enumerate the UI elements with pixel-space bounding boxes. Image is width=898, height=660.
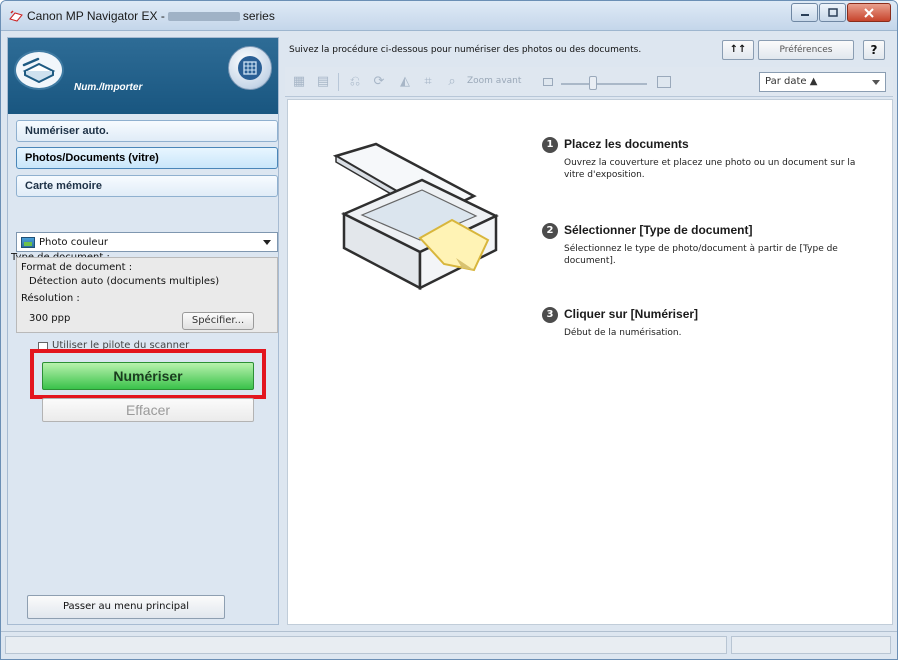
step-description: Sélectionnez le type de photo/document à…: [564, 244, 838, 266]
close-button[interactable]: [847, 3, 891, 22]
thumbnail-large-icon[interactable]: [657, 76, 671, 88]
chevron-down-icon: [872, 80, 880, 85]
instructions-text: Suivez la procédure ci-dessous pour numé…: [289, 45, 642, 55]
document-settings-box: Format de document : Détection auto (doc…: [16, 257, 278, 333]
mode-title: Num./Importer: [74, 82, 143, 93]
toolbar: ▦ ▤ ⎌ ⟳ ◭ ⌗ ⌕ Zoom avant Par date ▲: [285, 67, 893, 97]
step-title: Sélectionner [Type de document]: [564, 223, 753, 237]
resolution-value: 300 ppp: [29, 313, 71, 324]
minimize-icon: [800, 13, 809, 16]
help-button[interactable]: ?: [863, 40, 885, 60]
window-controls: [791, 3, 891, 22]
title-bar[interactable]: Canon MP Navigator EX - series: [1, 1, 897, 31]
rotate-right-icon[interactable]: ⟳: [371, 74, 387, 90]
nav-auto-scan[interactable]: Numériser auto.: [16, 120, 278, 142]
left-pane: Num./Importer Numériser auto. Photos/Doc…: [7, 37, 279, 625]
zoom-in-label: Zoom avant: [467, 76, 522, 86]
close-icon: [864, 7, 874, 18]
step-title: Placez les documents: [564, 137, 689, 151]
deselect-icon[interactable]: ▤: [315, 74, 331, 90]
redacted-model: [167, 12, 240, 22]
step-description: Ouvrez la couverture et placez une photo…: [564, 158, 856, 180]
window-title-suffix: series: [242, 9, 275, 23]
sort-order-button[interactable]: ↑↑: [722, 40, 754, 60]
chevron-down-icon: [263, 240, 271, 245]
thumbnail-small-icon[interactable]: [543, 78, 553, 86]
grid-menu-icon: [238, 56, 262, 80]
status-cell-secondary: [731, 636, 891, 654]
sort-value: Par date ▲: [765, 76, 818, 87]
thumbnail-size-slider[interactable]: [561, 83, 647, 85]
content-pane: 1 Placez les documents Ouvrez la couvert…: [287, 99, 893, 625]
step-number: 2: [542, 223, 558, 239]
minimize-button[interactable]: [791, 3, 818, 22]
doc-type-value: Photo couleur: [39, 237, 109, 248]
maximize-button[interactable]: [819, 3, 846, 22]
nav-memory-card[interactable]: Carte mémoire: [16, 175, 278, 197]
photo-icon: [21, 237, 35, 248]
status-bar: [1, 631, 897, 659]
nav-photos-documents[interactable]: Photos/Documents (vitre): [16, 147, 278, 169]
crop-icon[interactable]: ⌗: [420, 74, 436, 90]
specify-button[interactable]: Spécifier...: [182, 312, 254, 330]
resolution-label: Résolution :: [21, 293, 80, 304]
step-number: 3: [542, 307, 558, 323]
step-description: Début de la numérisation.: [564, 328, 682, 338]
main-menu-button[interactable]: Passer au menu principal: [27, 595, 225, 619]
maximize-icon: [827, 8, 838, 17]
window-title: Canon MP Navigator EX - series: [27, 9, 275, 23]
step-title: Cliquer sur [Numériser]: [564, 307, 699, 321]
preferences-button[interactable]: Préférences: [758, 40, 854, 60]
clear-button[interactable]: Effacer: [42, 398, 254, 422]
rotate-left-icon[interactable]: ⎌: [347, 74, 363, 90]
scan-button[interactable]: Numériser: [42, 362, 254, 390]
toolbar-separator: [338, 73, 339, 91]
window-title-prefix: Canon MP Navigator EX -: [27, 9, 165, 23]
status-cell-main: [5, 636, 727, 654]
menu-globe-button[interactable]: [228, 46, 272, 90]
zoom-in-icon[interactable]: ⌕: [444, 74, 460, 90]
sort-dropdown[interactable]: Par date ▲: [759, 72, 886, 92]
scanner-illustration: [332, 142, 499, 291]
scanner-badge: [14, 50, 64, 90]
select-all-icon[interactable]: ▦: [291, 74, 307, 90]
scanner-icon: [22, 57, 56, 83]
flip-icon[interactable]: ◭: [397, 74, 413, 90]
doc-type-dropdown[interactable]: Photo couleur: [16, 232, 278, 252]
slider-thumb[interactable]: [589, 76, 597, 90]
app-window: Canon MP Navigator EX - series Num./Impo…: [0, 0, 898, 660]
step-number: 1: [542, 137, 558, 153]
format-value: Détection auto (documents multiples): [29, 276, 220, 287]
instruction-bar: Suivez la procédure ci-dessous pour numé…: [285, 37, 893, 65]
format-label: Format de document :: [21, 262, 133, 273]
app-icon: [9, 10, 23, 22]
left-header: Num./Importer: [8, 38, 278, 114]
